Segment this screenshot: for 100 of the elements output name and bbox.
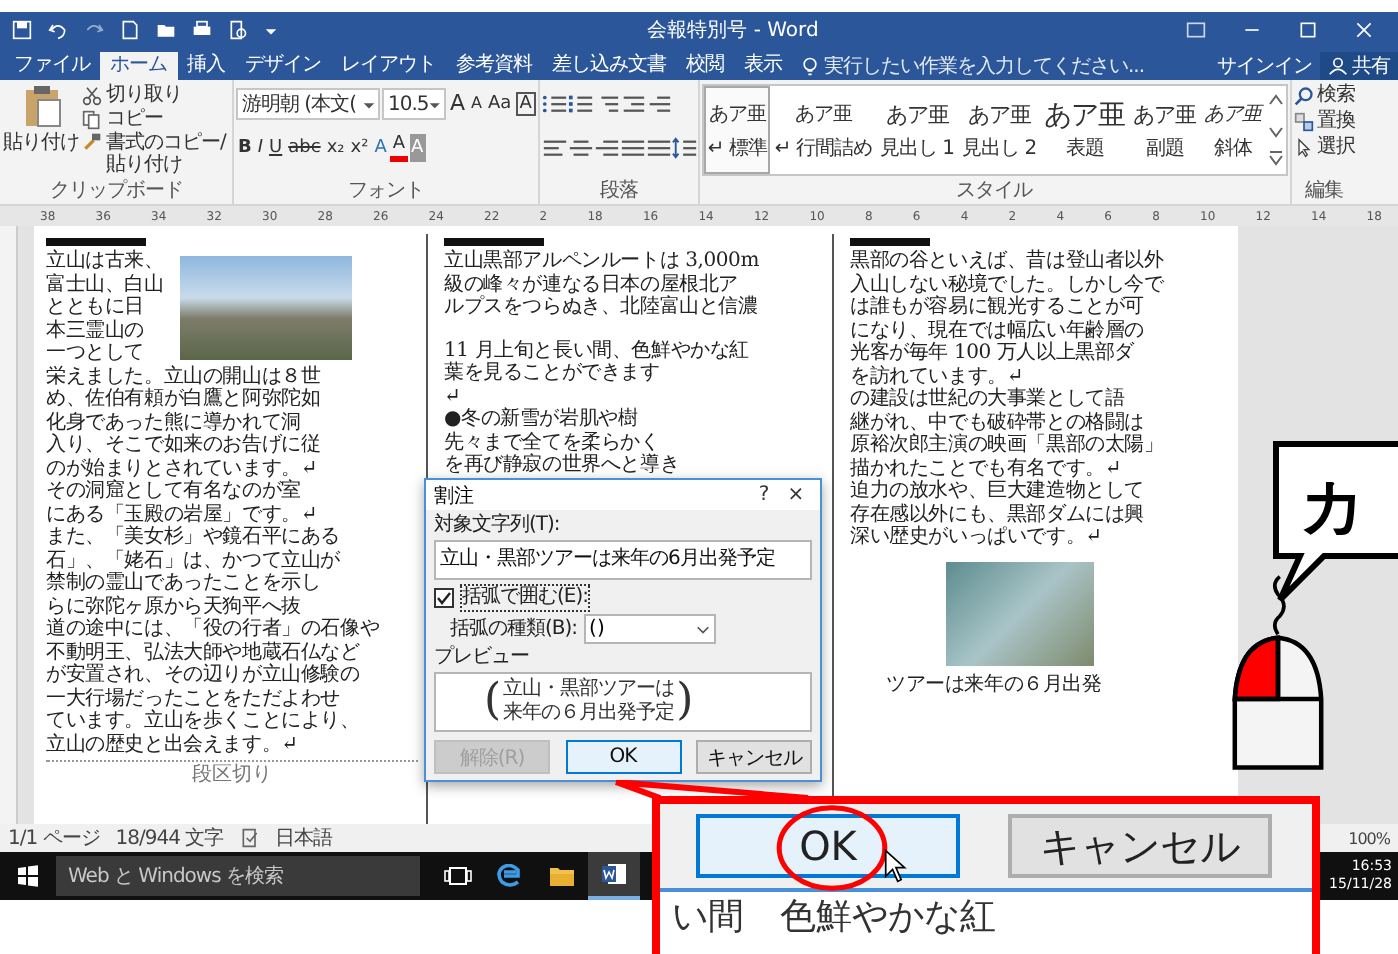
print-preview-icon[interactable] bbox=[228, 20, 248, 40]
font-format-button[interactable]: A bbox=[469, 90, 485, 118]
increase-indent-icon[interactable] bbox=[645, 92, 672, 116]
font-format-button[interactable]: A bbox=[515, 92, 536, 116]
ribbon-tab[interactable]: ファイル bbox=[4, 52, 100, 80]
bullet-list-icon[interactable] bbox=[541, 92, 568, 116]
copy-button[interactable]: コピー bbox=[82, 108, 230, 130]
body-text-line: 立山黒部アルペンルートは 3,000m bbox=[444, 250, 761, 273]
align-right-icon[interactable] bbox=[593, 136, 620, 160]
font-format-button[interactable]: A bbox=[372, 134, 389, 162]
body-text-line: らに弥陀ヶ原から天狗平へ抜 bbox=[46, 595, 303, 617]
align-center-icon[interactable] bbox=[567, 136, 594, 160]
undo-icon[interactable] bbox=[48, 20, 68, 40]
font-format-button[interactable]: A bbox=[448, 90, 468, 118]
share-button[interactable]: 共有 bbox=[1320, 52, 1398, 80]
document-app-icon bbox=[600, 862, 628, 886]
style-gallery-item[interactable]: あア亜 副題 bbox=[1129, 86, 1201, 174]
bracket-type-dropdown[interactable]: () bbox=[583, 614, 716, 644]
printer-icon[interactable] bbox=[192, 20, 212, 40]
body-text-line: とともに日 bbox=[46, 296, 147, 319]
body-text-line: 継がれ、中でも破砕帯との格闘は bbox=[850, 411, 1147, 433]
style-gallery-item[interactable]: あア亜 ↵ 行間詰め bbox=[770, 86, 876, 174]
caret-icon[interactable] bbox=[264, 23, 278, 37]
replace-button[interactable]: 置換 bbox=[1293, 110, 1356, 132]
body-text-line: 石」、「姥石」は、かつて立山が bbox=[46, 549, 343, 571]
ribbon-tab[interactable]: ホーム bbox=[100, 52, 177, 80]
page-count[interactable]: 1/1 ページ bbox=[8, 824, 100, 852]
find-button[interactable]: 検索 bbox=[1293, 84, 1356, 106]
save-icon[interactable] bbox=[12, 20, 32, 40]
taskbar-search-field[interactable]: Web と Windows を検索 bbox=[56, 856, 420, 896]
font-format-button[interactable]: Aa bbox=[486, 90, 514, 118]
style-name: ↵ 標準 bbox=[707, 135, 767, 162]
group-label: 段落 bbox=[597, 180, 640, 204]
preview-text: 来年の６月出発予定 bbox=[503, 702, 675, 726]
maximize-icon[interactable] bbox=[1298, 20, 1318, 40]
style-gallery-item[interactable]: あア亜 見出し 1 bbox=[875, 86, 959, 174]
style-gallery-item[interactable]: あア亜 表題 bbox=[1040, 86, 1130, 174]
font-format-button[interactable]: B bbox=[236, 134, 254, 162]
checkbox-label[interactable]: 括弧で囲む(E): bbox=[460, 583, 590, 611]
magnified-button[interactable]: OK bbox=[696, 814, 960, 878]
close-button[interactable]: × bbox=[780, 484, 812, 506]
checkbox[interactable] bbox=[434, 587, 454, 607]
align-left-icon[interactable] bbox=[541, 136, 568, 160]
language-indicator[interactable]: 日本語 bbox=[275, 824, 333, 852]
style-gallery-item[interactable]: あア亜 見出し 2 bbox=[958, 86, 1041, 174]
sign-in-link[interactable]: サインイン bbox=[1209, 52, 1320, 80]
taskbar-app[interactable] bbox=[588, 852, 640, 900]
ribbon-tab[interactable]: 参考資料 bbox=[446, 52, 542, 80]
style-gallery-item[interactable]: あア亜 斜体 bbox=[1200, 86, 1266, 174]
paste-button[interactable]: 貼り付け bbox=[2, 84, 80, 180]
body-text-line: 立山は古来、 bbox=[46, 250, 164, 273]
cut-button[interactable]: 切り取り bbox=[82, 84, 230, 106]
font-format-button[interactable]: U bbox=[267, 134, 285, 162]
group-label: スタイル bbox=[954, 180, 1035, 204]
font-name-dropdown[interactable]: 游明朝 (本文( bbox=[236, 88, 380, 120]
ribbon-tab[interactable]: 差し込み文書 bbox=[542, 52, 676, 80]
ribbon-tab[interactable]: 校閲 bbox=[676, 52, 734, 80]
font-format-button[interactable]: x₂ bbox=[324, 134, 347, 162]
word-count[interactable]: 18/944 文字 bbox=[115, 824, 224, 852]
justify-icon[interactable] bbox=[619, 136, 646, 160]
body-text-line: 立山の歴史と出会えます。↵ bbox=[46, 733, 300, 756]
magnified-button[interactable]: キャンセル bbox=[1008, 814, 1272, 878]
dialog-button[interactable]: OK bbox=[565, 740, 681, 774]
ribbon-tab[interactable]: 挿入 bbox=[177, 52, 235, 80]
body-text-line: が安置され、その辺りが立山修験の bbox=[46, 664, 362, 687]
field-label: 対象文字列(T): bbox=[434, 514, 562, 538]
cut-off-heading bbox=[46, 238, 146, 246]
select-button[interactable]: 選択 bbox=[1293, 136, 1356, 158]
body-text-line: 葉を見ることができます bbox=[444, 362, 662, 385]
scissors-icon bbox=[82, 85, 102, 105]
distributed-icon[interactable] bbox=[645, 136, 672, 160]
font-format-button[interactable]: I bbox=[255, 134, 266, 162]
body-text-line: 先々まで全てを柔らかく bbox=[444, 431, 662, 453]
decrease-indent-icon[interactable] bbox=[619, 92, 646, 116]
help-button[interactable]: ? bbox=[748, 484, 780, 506]
zoom-level[interactable]: 100% bbox=[1348, 829, 1390, 847]
folder-icon bbox=[548, 864, 576, 888]
body-text-line: 不動明王、弘法大師や地蔵石仏など bbox=[46, 641, 362, 663]
ribbon-tab[interactable]: レイアウト bbox=[331, 52, 446, 80]
numbered-list-icon[interactable] bbox=[567, 92, 594, 116]
font-format-button[interactable]: abc bbox=[286, 134, 323, 162]
font-size-dropdown[interactable]: 10.5 bbox=[382, 88, 446, 120]
font-format-button[interactable]: x² bbox=[348, 134, 371, 162]
format-painter-button[interactable]: 書式のコピー/貼り付け bbox=[82, 132, 230, 176]
dialog-button[interactable]: キャンセル bbox=[696, 740, 812, 774]
body-text-line: 迫力の放水や、巨大建造物として bbox=[850, 480, 1147, 503]
start-icon[interactable] bbox=[16, 864, 40, 888]
close-icon[interactable] bbox=[1354, 20, 1374, 40]
style-gallery-item[interactable]: あア亜 ↵ 標準 bbox=[703, 86, 771, 174]
target-text-field[interactable]: 立山・黒部ツアーは来年の6月出発予定 bbox=[434, 540, 812, 580]
new-document-icon[interactable] bbox=[120, 20, 140, 40]
cut-off-heading bbox=[444, 238, 544, 246]
window-title: 会報特別号 - Word bbox=[645, 17, 821, 44]
line-spacing-icon[interactable] bbox=[671, 136, 698, 160]
task-view-icon bbox=[444, 864, 472, 888]
ribbon-tab[interactable]: デザイン bbox=[235, 52, 331, 80]
proofing-icon[interactable] bbox=[239, 828, 260, 848]
folder-icon[interactable] bbox=[156, 20, 176, 40]
ribbon-tab[interactable]: 表示 bbox=[734, 52, 792, 80]
bracket-glyph: ) bbox=[676, 678, 694, 726]
